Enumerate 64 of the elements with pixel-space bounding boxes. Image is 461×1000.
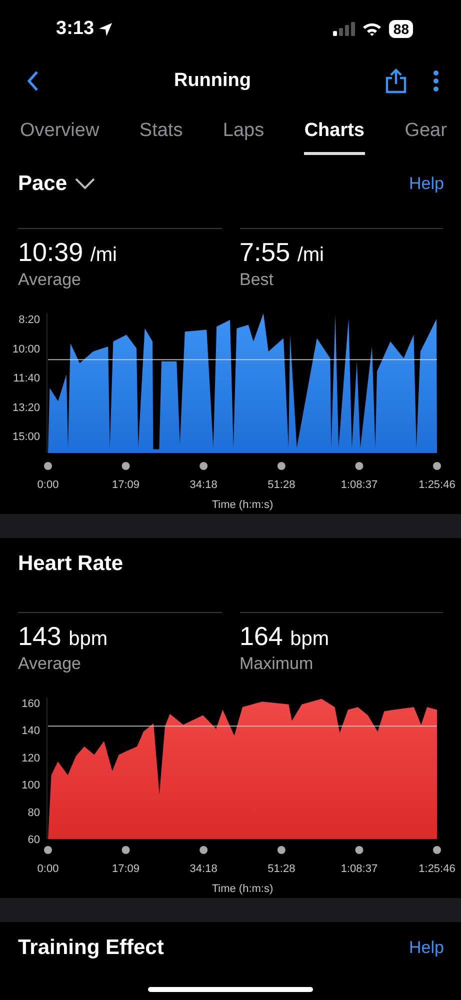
axis-title: Time (h:m:s)	[212, 499, 274, 511]
share-icon[interactable]	[383, 66, 409, 96]
tick-dot	[277, 846, 286, 854]
metric-dropdown[interactable]: Pace	[18, 172, 96, 196]
section-title: Heart Rate	[18, 552, 124, 576]
battery-level: 88	[389, 20, 413, 38]
tick-dot	[277, 462, 286, 470]
tab[interactable]: Charts	[304, 110, 364, 154]
section-title: Training Effect	[18, 936, 164, 960]
x-tick-label: 1:25:46	[418, 863, 456, 875]
signal-icon	[333, 22, 356, 36]
y-tick-label: 13:20	[12, 402, 40, 414]
x-tick-label: 17:09	[112, 479, 140, 491]
screen-title: Running	[174, 70, 252, 92]
stat-label: Average	[18, 654, 82, 674]
y-tick-label: 80	[28, 806, 40, 819]
y-tick-label: 8:20	[18, 314, 40, 326]
status-time: 3:13	[56, 18, 94, 40]
tick-dot	[200, 462, 208, 470]
x-tick-label: 1:08:37	[340, 479, 378, 491]
wifi-icon	[362, 22, 382, 36]
help-link[interactable]: Help	[409, 174, 444, 194]
stat-value: 10:39 /mi	[18, 237, 118, 269]
x-tick-label: 1:08:37	[340, 863, 378, 875]
tick-dot	[433, 846, 441, 854]
tab[interactable]: Laps	[222, 110, 264, 154]
x-tick-label: 0:00	[37, 479, 59, 491]
tick-dot	[44, 846, 52, 854]
y-tick-label: 160	[22, 698, 40, 710]
stat-label: Average	[18, 270, 82, 290]
y-tick-label: 10:00	[12, 343, 40, 356]
x-tick-label: 34:18	[190, 863, 218, 875]
stat-label: Maximum	[240, 654, 314, 674]
x-tick-label: 1:25:46	[418, 479, 456, 491]
y-tick-label: 15:00	[12, 431, 40, 443]
more-icon[interactable]	[431, 68, 441, 94]
tick-dot	[122, 462, 130, 470]
stat-value: 164 bpm	[240, 621, 330, 653]
x-tick-label: 51:28	[268, 863, 296, 875]
stat-value: 7:55 /mi	[240, 237, 326, 269]
stat-label: Best	[240, 270, 275, 290]
tick-dot	[122, 846, 130, 854]
x-tick-label: 0:00	[37, 863, 59, 875]
x-tick-label: 17:09	[112, 863, 140, 875]
help-link[interactable]: Help	[409, 938, 444, 958]
y-tick-label: 60	[28, 834, 40, 846]
y-tick-label: 140	[22, 725, 40, 738]
x-tick-label: 51:28	[268, 479, 296, 491]
axis-title: Time (h:m:s)	[212, 883, 274, 895]
y-tick-label: 11:40	[13, 372, 40, 384]
y-tick-label: 120	[22, 752, 40, 764]
stat-value: 143 bpm	[18, 621, 109, 653]
tick-dot	[44, 462, 52, 470]
tick-dot	[433, 462, 441, 470]
location-arrow-icon	[98, 22, 114, 36]
tick-dot	[200, 846, 208, 854]
tab[interactable]: Gear	[404, 110, 447, 154]
tick-dot	[355, 462, 364, 470]
x-tick-label: 34:18	[190, 479, 218, 491]
tick-dot	[355, 846, 364, 854]
tab[interactable]: Stats	[139, 110, 183, 154]
chevron-down-icon	[75, 178, 96, 190]
y-tick-label: 100	[22, 780, 40, 792]
tab[interactable]: Overview	[20, 110, 100, 154]
